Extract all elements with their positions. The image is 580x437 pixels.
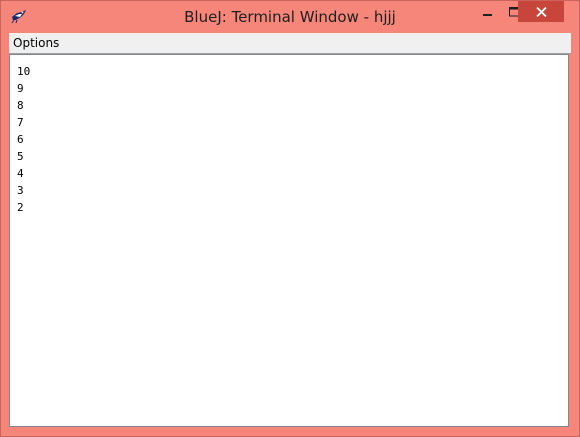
output-line: 10 (17, 65, 31, 78)
output-line: 3 (17, 184, 24, 197)
menu-options[interactable]: Options (13, 35, 59, 51)
close-button[interactable] (518, 1, 564, 22)
output-line: 9 (17, 82, 24, 95)
minimize-button[interactable] (475, 1, 501, 22)
close-icon (535, 6, 547, 17)
title-bar[interactable]: BlueJ: Terminal Window - hjjj (1, 1, 579, 33)
output-line: 2 (17, 201, 24, 214)
terminal-output-area[interactable]: 10 9 8 7 6 5 4 3 2 (9, 54, 569, 427)
output-line: 7 (17, 116, 24, 129)
output-line: 8 (17, 99, 24, 112)
minimize-icon (483, 13, 492, 16)
output-line: 4 (17, 167, 24, 180)
output-line: 5 (17, 150, 24, 163)
output-lines: 10 9 8 7 6 5 4 3 2 (17, 63, 30, 216)
terminal-window: BlueJ: Terminal Window - hjjj Options 10… (0, 0, 580, 437)
output-line: 6 (17, 133, 24, 146)
menu-bar: Options (9, 33, 571, 54)
